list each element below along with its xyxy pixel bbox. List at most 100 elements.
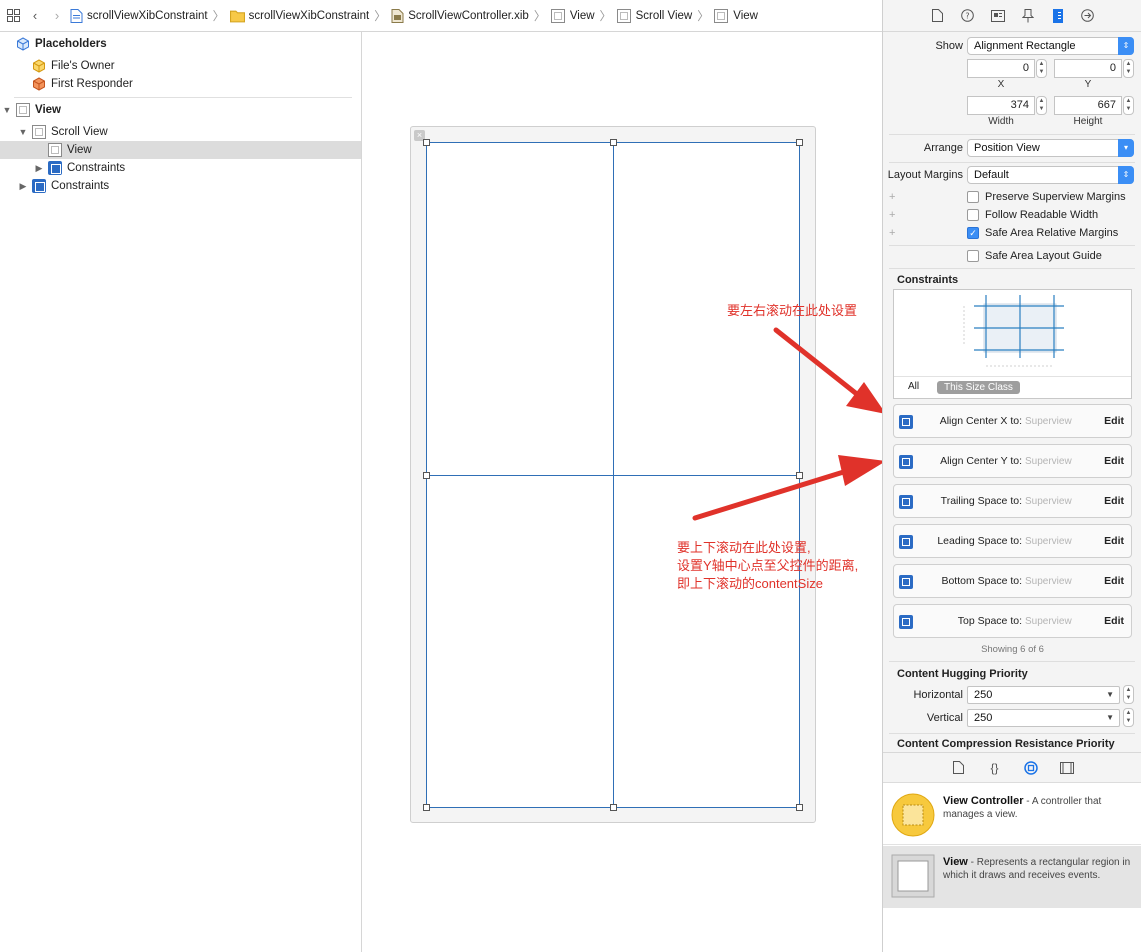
disclosure-open-icon[interactable]: ▼ xyxy=(2,105,12,115)
edit-button[interactable]: Edit xyxy=(1104,455,1124,467)
x-field[interactable]: 0 xyxy=(967,59,1035,78)
disclosure-open-icon[interactable]: ▼ xyxy=(18,127,28,137)
constraints-count: Showing 6 of 6 xyxy=(981,644,1044,655)
width-field[interactable]: 374 xyxy=(967,96,1035,115)
edit-button[interactable]: Edit xyxy=(1104,495,1124,507)
constraint-row-trailing[interactable]: Trailing Space to: Superview Edit xyxy=(893,484,1132,518)
layout-margins-popup[interactable]: Default ⇕ xyxy=(967,166,1134,184)
x-stepper[interactable]: ▲ ▼ xyxy=(1036,59,1047,78)
attributes-inspector-icon[interactable] xyxy=(1019,7,1037,25)
resize-handle-top-left[interactable] xyxy=(423,139,430,146)
outline-view[interactable]: ▼ View xyxy=(2,101,61,119)
object-library-icon[interactable] xyxy=(1022,759,1040,777)
this-size-class-button[interactable]: This Size Class xyxy=(937,381,1020,394)
disclosure-closed-icon[interactable]: ▶ xyxy=(34,163,44,174)
outline-placeholders[interactable]: Placeholders xyxy=(16,35,107,53)
disclosure-closed-icon[interactable]: ▶ xyxy=(18,181,28,192)
outline-constraints-outer[interactable]: ▶ Constraints xyxy=(18,177,109,195)
safe-area-guide-checkbox[interactable]: Safe Area Layout Guide xyxy=(967,248,1102,264)
media-library-icon[interactable] xyxy=(1058,759,1076,777)
chevron-right-icon: 〉 xyxy=(533,9,546,23)
edit-button[interactable]: Edit xyxy=(1104,415,1124,427)
breadcrumb-inner-view[interactable]: View xyxy=(714,8,758,23)
show-popup[interactable]: Alignment Rectangle ⇕ xyxy=(967,37,1134,55)
quick-help-icon[interactable]: ? xyxy=(959,7,977,25)
outline-files-owner[interactable]: File's Owner xyxy=(32,57,115,75)
selected-view[interactable] xyxy=(423,139,803,811)
outline-scroll-view[interactable]: ▼ Scroll View xyxy=(18,123,108,141)
library-item-view[interactable]: View - Represents a rectangular region i… xyxy=(883,846,1141,908)
height-stepper[interactable]: ▲ ▼ xyxy=(1123,96,1134,115)
resize-handle-top-right[interactable] xyxy=(796,139,803,146)
constraint-row-center-x[interactable]: Align Center X to: Superview Edit xyxy=(893,404,1132,438)
code-snippet-icon[interactable]: {} xyxy=(986,759,1004,777)
outline-first-responder[interactable]: First Responder xyxy=(32,75,133,93)
inspector-tabs: ? xyxy=(883,0,1141,32)
size-inspector: ? Show Alignment Rectangle ⇕ 0 ▲ ▼ 0 ▲ ▼ X… xyxy=(882,0,1141,952)
resize-handle-bottom-right[interactable] xyxy=(796,804,803,811)
plus-icon[interactable]: + xyxy=(889,191,895,203)
file-inspector-icon[interactable] xyxy=(929,7,947,25)
jump-bar: ‹ › scrollViewXibConstraint 〉 scrollView… xyxy=(0,0,882,32)
file-template-icon[interactable] xyxy=(950,759,968,777)
resize-handle-right[interactable] xyxy=(796,472,803,479)
outline-inner-view[interactable]: View xyxy=(0,141,361,159)
constraints-icon xyxy=(48,161,62,175)
resize-handle-bottom-left[interactable] xyxy=(423,804,430,811)
related-items-icon[interactable] xyxy=(4,7,22,25)
y-field[interactable]: 0 xyxy=(1054,59,1122,78)
plus-icon[interactable]: + xyxy=(889,209,895,221)
all-size-classes-button[interactable]: All xyxy=(908,381,919,392)
breadcrumb-folder[interactable]: scrollViewXibConstraint xyxy=(229,9,369,23)
checkbox-unchecked[interactable] xyxy=(967,191,979,203)
scroll-view-frame[interactable]: × xyxy=(410,126,816,823)
back-icon[interactable]: ‹ xyxy=(26,7,44,25)
readable-width-checkbox[interactable]: Follow Readable Width xyxy=(967,207,1098,223)
interface-builder-canvas[interactable]: × xyxy=(363,32,882,952)
forward-icon[interactable]: › xyxy=(48,7,66,25)
constraint-row-top[interactable]: Top Space to: Superview Edit xyxy=(893,604,1132,638)
vertical-hugging-combo[interactable]: 250 ▼ xyxy=(967,709,1120,727)
edit-button[interactable]: Edit xyxy=(1104,615,1124,627)
size-class-bar: All This Size Class xyxy=(894,376,1131,398)
vertical-hugging-stepper[interactable]: ▲ ▼ xyxy=(1123,708,1134,727)
checkmark-icon[interactable]: ✓ xyxy=(967,227,979,239)
checkbox-unchecked[interactable] xyxy=(967,250,979,262)
horizontal-hugging-combo[interactable]: 250 ▼ xyxy=(967,686,1120,704)
breadcrumb-project[interactable]: scrollViewXibConstraint xyxy=(70,8,208,23)
y-stepper[interactable]: ▲ ▼ xyxy=(1123,59,1134,78)
breadcrumb-scroll-view[interactable]: Scroll View xyxy=(616,8,692,23)
plus-icon[interactable]: + xyxy=(889,227,895,239)
constraint-row-bottom[interactable]: Bottom Space to: Superview Edit xyxy=(893,564,1132,598)
breadcrumb-view[interactable]: View xyxy=(550,8,595,23)
breadcrumb-xib[interactable]: ScrollViewController.xib xyxy=(391,8,529,23)
constraints-diagram[interactable]: All This Size Class xyxy=(893,289,1132,399)
resize-handle-left[interactable] xyxy=(423,472,430,479)
library-item-view-controller[interactable]: View Controller - A controller that mana… xyxy=(883,785,1141,845)
resize-handle-bottom[interactable] xyxy=(610,804,617,811)
edit-button[interactable]: Edit xyxy=(1104,575,1124,587)
checkbox-unchecked[interactable] xyxy=(967,209,979,221)
horizontal-hugging-label: Horizontal xyxy=(913,689,963,701)
horizontal-hugging-stepper[interactable]: ▲ ▼ xyxy=(1123,685,1134,704)
view-icon xyxy=(550,8,565,23)
center-y-guide xyxy=(427,475,799,476)
preserve-margins-checkbox[interactable]: Preserve Superview Margins xyxy=(967,189,1126,205)
constraint-row-center-y[interactable]: Align Center Y to: Superview Edit xyxy=(893,444,1132,478)
safe-area-margins-checkbox[interactable]: ✓ Safe Area Relative Margins xyxy=(967,225,1118,241)
resize-handle-top[interactable] xyxy=(610,139,617,146)
object-library: {} View Controller - A controller that m… xyxy=(883,752,1141,952)
layout-margins-label: Layout Margins xyxy=(887,169,963,181)
arrange-popup[interactable]: Position View ▾ xyxy=(967,139,1134,157)
outline-constraints-inner[interactable]: ▶ Constraints xyxy=(34,159,125,177)
separator xyxy=(889,245,1135,246)
width-stepper[interactable]: ▲ ▼ xyxy=(1036,96,1047,115)
constraint-row-leading[interactable]: Leading Space to: Superview Edit xyxy=(893,524,1132,558)
size-inspector-icon[interactable] xyxy=(1049,7,1067,25)
view-icon xyxy=(16,103,30,117)
height-field[interactable]: 667 xyxy=(1054,96,1122,115)
edit-button[interactable]: Edit xyxy=(1104,535,1124,547)
first-responder-cube-icon xyxy=(33,77,45,91)
connections-inspector-icon[interactable] xyxy=(1079,7,1097,25)
identity-inspector-icon[interactable] xyxy=(989,7,1007,25)
